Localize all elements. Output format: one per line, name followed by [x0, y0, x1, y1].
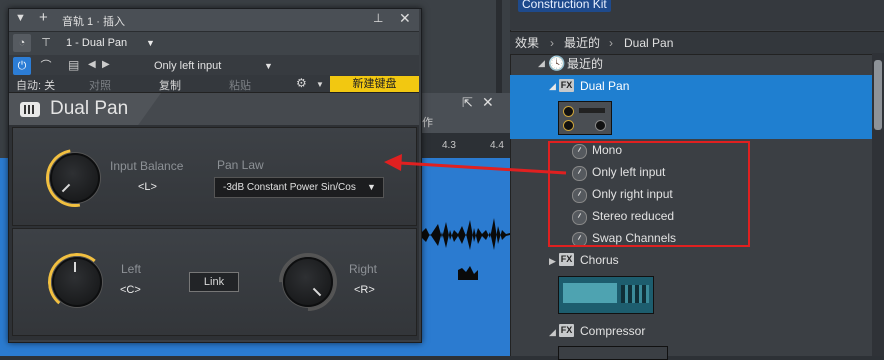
input-preset-value: Only left input — [154, 60, 222, 72]
bg-strip-label: 作 — [422, 117, 433, 129]
background-track-strip — [420, 0, 496, 93]
breadcrumb-item[interactable]: 最近的 — [564, 32, 600, 54]
left-pan-value: <C> — [120, 284, 141, 296]
audio-waveform — [418, 218, 510, 280]
breadcrumb-separator-icon: › — [609, 36, 613, 50]
new-keyboard-button[interactable]: 新建键盘 — [330, 76, 419, 92]
pan-law-value: -3dB Constant Power Sin/Cos — [223, 182, 356, 193]
bg-close-icon[interactable]: ✕ — [482, 94, 494, 111]
copy-button[interactable]: 复制 — [159, 77, 181, 93]
bypass-icon[interactable]: ◔ — [13, 34, 31, 52]
chevron-down-icon: ▼ — [264, 61, 273, 71]
collapse-triangle-icon[interactable]: ◢ — [549, 81, 556, 92]
clock-icon: 🕓 — [548, 55, 566, 71]
preset-select[interactable]: 1 - Dual Pan ▼ — [66, 35, 162, 51]
collapse-triangle-icon[interactable]: ◢ — [549, 327, 556, 338]
chorus-thumbnail[interactable] — [558, 276, 654, 314]
fx-badge-icon: FX — [559, 253, 574, 266]
chevron-down-icon: ▼ — [146, 38, 155, 48]
right-pan-value: <R> — [354, 284, 375, 296]
left-pan-knob[interactable] — [52, 257, 102, 307]
right-pan-label: Right — [349, 262, 378, 276]
compressor-thumbnail[interactable] — [558, 346, 668, 360]
routing-icon[interactable]: ⊤ — [37, 34, 55, 52]
paste-button[interactable]: 粘贴 — [229, 77, 251, 93]
background-window-titlebar: ⇱ ✕ 作 — [420, 93, 510, 133]
collapse-triangle-icon[interactable]: ◢ — [538, 58, 545, 69]
window-title: 音轨 1 · 插入 — [62, 16, 125, 28]
link-button[interactable]: Link — [189, 272, 239, 292]
fx-badge-icon: FX — [559, 79, 574, 92]
folder-recent[interactable]: 最近的 — [567, 53, 603, 75]
compare-button[interactable]: 对照 — [89, 77, 111, 93]
dropdown-triangle-icon[interactable]: ▼ — [15, 12, 26, 24]
sidechain-icon[interactable]: ⌒ — [37, 57, 55, 75]
construction-kit-tag[interactable]: Construction Kit — [518, 0, 611, 12]
chevron-down-icon[interactable]: ▼ — [316, 80, 324, 89]
list-item-label[interactable]: Compressor — [580, 320, 645, 342]
expand-triangle-icon[interactable]: ▶ — [549, 256, 556, 267]
pan-law-label: Pan Law — [217, 158, 264, 172]
presonus-logo-icon — [20, 102, 40, 117]
breadcrumb-separator-icon: › — [550, 36, 554, 50]
gear-icon[interactable]: ⚙ — [296, 76, 307, 90]
list-item-label[interactable]: Dual Pan — [580, 75, 629, 97]
ruler-tick: 4.4 — [490, 140, 504, 151]
input-balance-label: Input Balance — [110, 159, 184, 173]
add-icon[interactable]: + — [39, 9, 48, 26]
breadcrumb: 效果 › 最近的 › Dual Pan — [510, 31, 884, 55]
automation-toggle[interactable]: 自动: 关 — [16, 77, 55, 93]
pin-icon[interactable]: ⊥ — [373, 11, 383, 25]
plugin-name: Dual Pan — [50, 98, 129, 119]
breadcrumb-item[interactable]: Dual Pan — [624, 32, 673, 54]
preset-list-icon[interactable]: ▤ — [68, 58, 79, 72]
fx-badge-icon: FX — [559, 324, 574, 337]
breadcrumb-item[interactable]: 效果 — [515, 32, 539, 54]
pan-law-select[interactable]: -3dB Constant Power Sin/Cos ▼ — [214, 177, 384, 198]
ruler-tick: 4.3 — [442, 140, 456, 151]
chevron-down-icon: ▼ — [367, 182, 376, 192]
next-preset-icon[interactable]: ▶ — [102, 59, 110, 70]
power-icon[interactable]: ⏻ — [13, 57, 31, 75]
preset-select-value: 1 - Dual Pan — [66, 37, 128, 49]
close-icon[interactable]: ✕ — [399, 10, 411, 27]
input-preset-select[interactable]: Only left input ▼ — [120, 58, 280, 74]
highlight-box — [548, 141, 750, 247]
panel-divider — [496, 0, 502, 93]
scrollbar-thumb[interactable] — [874, 60, 882, 130]
prev-preset-icon[interactable]: ◀ — [88, 59, 96, 70]
list-item-label[interactable]: Chorus — [580, 249, 619, 271]
dual-pan-thumbnail[interactable] — [558, 101, 612, 135]
input-balance-value: <L> — [138, 181, 157, 193]
timeline-ruler[interactable]: 4.3 4.4 — [420, 133, 510, 159]
right-pan-knob[interactable] — [283, 257, 333, 307]
bg-pin-icon[interactable]: ⇱ — [462, 95, 473, 111]
input-balance-knob[interactable] — [50, 153, 100, 203]
left-pan-label: Left — [121, 262, 142, 276]
